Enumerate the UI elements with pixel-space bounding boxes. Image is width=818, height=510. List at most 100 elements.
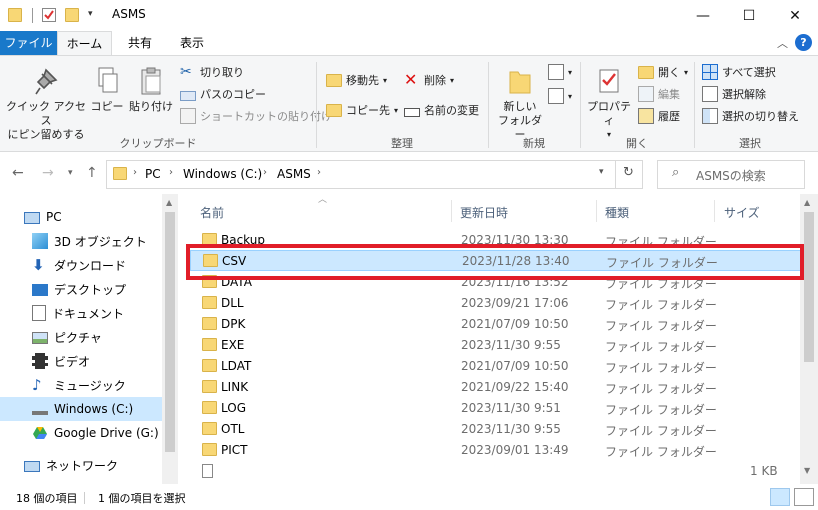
up-arrow-icon[interactable]: ↑ (86, 165, 98, 181)
table-row[interactable]: DPK 2021/07/09 10:50 ファイル フォルダー (190, 314, 802, 335)
table-row[interactable]: OTL 2023/11/30 9:55 ファイル フォルダー (190, 419, 802, 440)
large-icons-view-icon[interactable] (794, 488, 814, 506)
select-none-button[interactable]: 選択解除 (702, 86, 766, 102)
quick-access-dropdown-icon[interactable]: ▾ (88, 9, 93, 19)
properties-button[interactable]: プロパティ ▾ (584, 66, 634, 142)
chevron-right-icon[interactable]: › (263, 167, 267, 178)
column-size[interactable]: サイズ (724, 204, 760, 221)
delete-button[interactable]: ✕ 削除 ▾ (404, 72, 454, 88)
column-separator[interactable] (714, 200, 715, 222)
copy-path-button[interactable]: パスのコピー (180, 86, 266, 102)
breadcrumb-drive[interactable]: Windows (C:) (183, 167, 262, 181)
nav-item-music[interactable]: ♪ ミュージック (0, 373, 162, 397)
new-item-button[interactable]: ▾ (548, 64, 572, 80)
back-arrow-icon[interactable]: ← (12, 165, 24, 181)
tab-file[interactable]: ファイル (0, 31, 57, 55)
nav-item-label: ミュージック (54, 378, 126, 393)
dropdown-icon: ▾ (450, 75, 455, 85)
properties-check-icon[interactable] (42, 8, 56, 22)
scroll-down-icon[interactable]: ▼ (804, 466, 810, 475)
tab-home[interactable]: ホーム (57, 31, 112, 56)
table-row[interactable]: LDAT 2021/07/09 10:50 ファイル フォルダー (190, 356, 802, 377)
collapse-ribbon-icon[interactable]: ︿ (777, 35, 788, 51)
invert-selection-label: 選択の切り替え (722, 110, 799, 123)
nav-item-desktop[interactable]: デスクトップ (0, 277, 162, 301)
search-box[interactable]: ⌕ ASMSの検索 (657, 160, 805, 189)
nav-item-pictures[interactable]: ピクチャ (0, 325, 162, 349)
paste-shortcut-button[interactable]: ショートカットの貼り付け (180, 108, 332, 124)
folder-icon (202, 317, 217, 330)
maximize-button[interactable]: ☐ (726, 0, 772, 31)
close-button[interactable]: ✕ (772, 0, 818, 31)
breadcrumb-asms[interactable]: ASMS (277, 167, 311, 181)
tab-share[interactable]: 共有 (116, 31, 164, 55)
history-button[interactable]: 履歴 (638, 108, 680, 124)
nav-item-google-drive[interactable]: Google Drive (G:) (0, 421, 162, 445)
nav-item-windows-drive[interactable]: Windows (C:) (0, 397, 162, 421)
table-row[interactable]: EXE 2023/11/30 9:55 ファイル フォルダー (190, 335, 802, 356)
new-folder-button[interactable]: 新しい フォルダー (494, 66, 546, 142)
open-button[interactable]: 開く ▾ (638, 64, 688, 80)
documents-icon (32, 305, 46, 321)
recent-locations-icon[interactable]: ▾ (68, 168, 73, 178)
forward-arrow-icon[interactable]: → (42, 165, 54, 181)
nav-item-network[interactable]: ネットワーク (0, 453, 162, 477)
column-name[interactable]: 名前 (200, 204, 224, 221)
nav-item-downloads[interactable]: ⬇ ダウンロード (0, 253, 162, 277)
details-view-icon[interactable] (770, 488, 790, 506)
table-row-partial[interactable]: 1 KB (190, 461, 802, 484)
folder-icon (202, 338, 217, 351)
table-row[interactable]: PICT 2023/09/01 13:49 ファイル フォルダー (190, 440, 802, 461)
chevron-right-icon[interactable]: › (133, 167, 137, 178)
pin-quick-access-button[interactable]: クイック アクセス にピン留めする (6, 66, 86, 142)
table-row-selected[interactable]: CSV 2023/11/28 13:40 ファイル フォルダー (190, 250, 802, 271)
nav-item-videos[interactable]: ビデオ (0, 349, 162, 373)
invert-selection-button[interactable]: 選択の切り替え (702, 108, 799, 124)
column-separator[interactable] (451, 200, 452, 222)
copy-to-button[interactable]: コピー先 ▾ (326, 102, 398, 118)
file-list-scrollbar[interactable]: ▲ ▼ (800, 194, 818, 484)
table-row[interactable]: LOG 2023/11/30 9:51 ファイル フォルダー (190, 398, 802, 419)
nav-item-pc[interactable]: PC (0, 205, 162, 229)
chevron-right-icon[interactable]: › (169, 167, 173, 178)
edit-button[interactable]: 編集 (638, 86, 680, 102)
navigation-scrollbar[interactable]: ▲ (162, 194, 178, 484)
table-row[interactable]: Backup 2023/11/30 13:30 ファイル フォルダー (190, 230, 802, 251)
nav-item-3d-objects[interactable]: 3D オブジェクト (0, 229, 162, 253)
address-history-dropdown-icon[interactable]: ▾ (599, 167, 604, 177)
table-row[interactable]: DATA 2023/11/16 13:52 ファイル フォルダー (190, 272, 802, 293)
delete-x-icon: ✕ (404, 70, 418, 89)
paste-button[interactable]: 貼り付け (128, 66, 174, 114)
folder-icon (202, 422, 217, 435)
easy-access-button[interactable]: ▾ (548, 88, 572, 104)
breadcrumb-pc[interactable]: PC (145, 167, 161, 181)
new-group-label: 新規 (523, 137, 545, 150)
column-separator[interactable] (596, 200, 597, 222)
scroll-up-icon[interactable]: ▲ (166, 198, 172, 207)
chevron-right-icon[interactable]: › (317, 167, 321, 178)
scroll-up-icon[interactable]: ▲ (804, 198, 810, 207)
table-row[interactable]: DLL 2023/09/21 17:06 ファイル フォルダー (190, 293, 802, 314)
file-date: 2021/07/09 10:50 (461, 359, 569, 373)
file-list-scrollbar-thumb[interactable] (804, 212, 814, 362)
nav-item-documents[interactable]: ドキュメント (0, 301, 162, 325)
select-all-button[interactable]: すべて選択 (702, 64, 776, 80)
column-date[interactable]: 更新日時 (460, 204, 508, 221)
paste-icon (141, 67, 161, 95)
move-to-button[interactable]: 移動先 ▾ (326, 72, 387, 88)
cut-button[interactable]: ✂ 切り取り (180, 64, 244, 80)
copy-button[interactable]: コピー (88, 66, 126, 114)
new-folder-quick-icon[interactable] (65, 8, 79, 22)
help-icon[interactable]: ? (795, 34, 812, 51)
history-icon (638, 108, 654, 124)
search-input[interactable]: ASMSの検索 (696, 167, 766, 184)
table-row[interactable]: LINK 2021/09/22 15:40 ファイル フォルダー (190, 377, 802, 398)
navigation-scrollbar-thumb[interactable] (165, 212, 175, 452)
minimize-button[interactable]: — (680, 0, 726, 31)
address-bar[interactable]: › PC › Windows (C:) › ASMS › ▾ ↻ (106, 160, 643, 189)
column-type[interactable]: 種類 (605, 204, 629, 221)
open-label: 開く (658, 66, 680, 79)
refresh-icon[interactable]: ↻ (623, 165, 634, 180)
rename-button[interactable]: 名前の変更 (404, 102, 479, 118)
tab-view[interactable]: 表示 (168, 31, 216, 55)
